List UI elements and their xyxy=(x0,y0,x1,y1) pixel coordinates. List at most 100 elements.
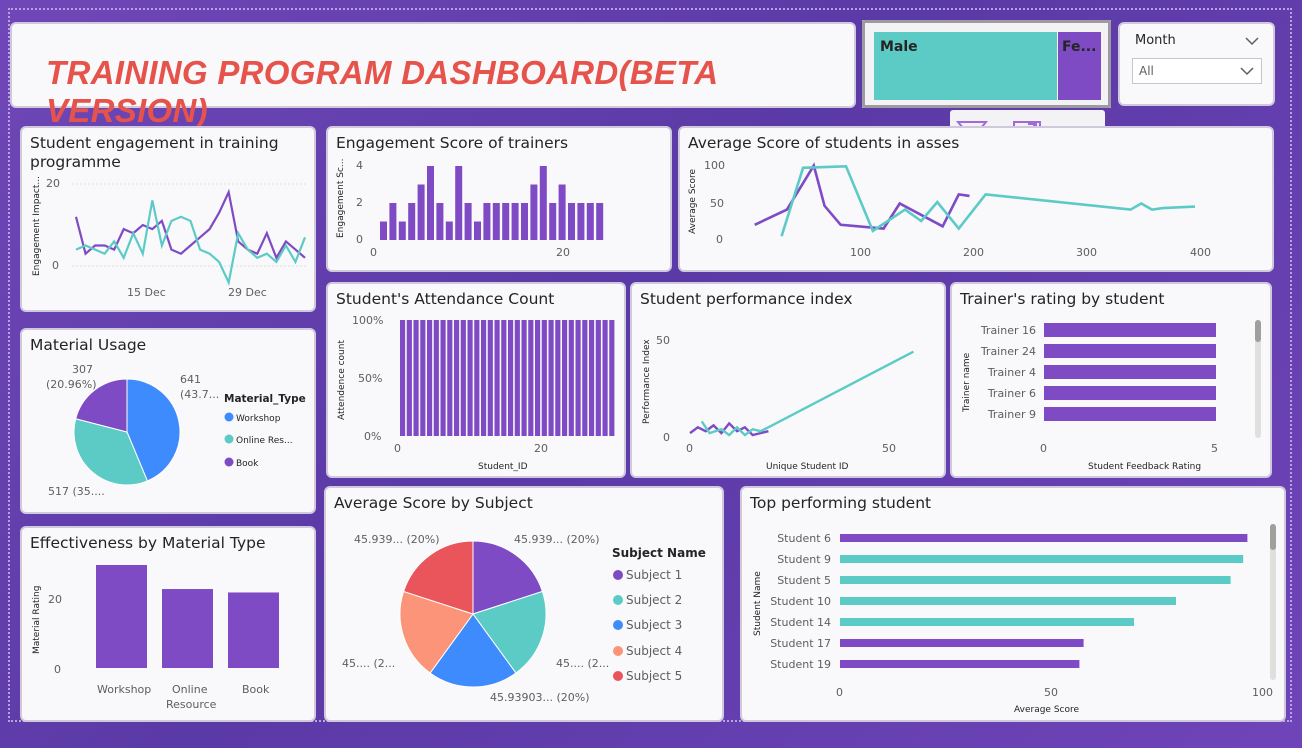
attendance-bar xyxy=(494,320,500,436)
at-xtick-20: 20 xyxy=(534,442,548,455)
attendance-bar xyxy=(420,320,426,436)
trainer-rating-label: Trainer 9 xyxy=(987,408,1036,421)
at-xtick-0: 0 xyxy=(394,442,401,455)
trainer-score-card[interactable]: Engagement Score of trainers Engagement … xyxy=(326,126,672,272)
attendance-bar xyxy=(609,320,615,436)
sb-label-1: 45.939... (20%) xyxy=(514,533,600,546)
pi-xtick-50: 50 xyxy=(882,442,896,455)
tp-x-label: Average Score xyxy=(1014,705,1079,715)
attendance-bar xyxy=(514,320,520,436)
sb-legend-dot-2 xyxy=(613,595,623,605)
sb-legend-dot-4 xyxy=(613,646,623,656)
trainer-rating-card[interactable]: Trainer's rating by student Trainer name… xyxy=(950,282,1272,478)
attendance-bar xyxy=(589,320,595,436)
mu-label-online: 517 (35.... xyxy=(48,485,105,498)
at-x-label: Student_ID xyxy=(478,462,528,472)
trainer-score-bar xyxy=(398,221,406,240)
mu-label-book-pct: (20.96%) xyxy=(46,378,97,391)
attendance-bar xyxy=(541,320,547,436)
engagement-ytick-20: 20 xyxy=(46,177,60,190)
attendance-bar xyxy=(427,320,433,436)
mu-legend-book: Book xyxy=(236,459,259,469)
trainer-rating-bar xyxy=(1044,344,1216,358)
top-student-label: Student 5 xyxy=(777,574,831,587)
attendance-bar xyxy=(406,320,412,436)
attendance-bar xyxy=(508,320,514,436)
gender-male-block[interactable]: Male xyxy=(874,32,1057,100)
perf-index-chart: Performance Index 50 0 0 50 Unique Stude… xyxy=(642,334,914,472)
trainer-score-bar xyxy=(577,203,585,240)
pi-x-label: Unique Student ID xyxy=(766,462,849,472)
trainer-score-bar xyxy=(558,184,566,240)
effectiveness-bar xyxy=(162,589,213,668)
tp-y-label: Student Name xyxy=(753,571,763,636)
gender-visual[interactable]: Male Fe... xyxy=(862,20,1111,108)
trainer-score-bar xyxy=(389,203,397,240)
sb-label-3: 45.93903... (20%) xyxy=(490,691,590,704)
attendance-bar xyxy=(575,320,581,436)
engagement-chart: Engagement Impact... 20 0 15 Dec 29 Dec xyxy=(32,176,307,299)
ts-ytick-0: 0 xyxy=(356,233,363,246)
ts-xtick-20: 20 xyxy=(556,246,570,259)
attendance-bar xyxy=(400,320,406,436)
avg-subject-card[interactable]: Average Score by Subject 45.939... (20%)… xyxy=(324,486,724,722)
sb-label-2: 45.... (2... xyxy=(556,657,609,670)
tr-x-label: Student Feedback Rating xyxy=(1088,462,1201,472)
attendance-bar xyxy=(555,320,561,436)
sb-legend-dot-5 xyxy=(613,671,623,681)
dropdown-chevron xyxy=(1240,67,1254,76)
perf-series-teal xyxy=(700,350,914,437)
material-usage-card[interactable]: Material Usage 307 (20.96%) 641 (43.7...… xyxy=(20,328,316,514)
effectiveness-bar xyxy=(96,565,147,668)
ts-ytick-2: 2 xyxy=(356,196,363,209)
sb-legend-2: Subject 2 xyxy=(626,593,682,607)
top-student-card[interactable]: Top performing student Student Name 0 50… xyxy=(740,486,1286,722)
perf-index-card[interactable]: Student performance index Performance In… xyxy=(630,282,946,478)
as-xtick-200: 200 xyxy=(963,246,984,259)
at-y-label: Attendence count xyxy=(337,340,347,420)
tp-scrollbar-thumb[interactable] xyxy=(1270,524,1276,550)
trainer-score-bar xyxy=(417,184,425,240)
trainer-score-bar xyxy=(530,184,538,240)
top-student-bar xyxy=(840,597,1176,605)
top-student-bar xyxy=(840,576,1231,584)
trainer-rating-label: Trainer 4 xyxy=(987,366,1036,379)
sb-legend-3: Subject 3 xyxy=(626,618,682,632)
trainer-score-bar xyxy=(596,203,604,240)
trainer-score-bar xyxy=(586,203,594,240)
top-student-chart: Student Name 0 50 100 Average Score Stud… xyxy=(753,524,1276,715)
month-dropdown[interactable]: All xyxy=(1132,58,1262,84)
gender-female-block[interactable]: Fe... xyxy=(1058,32,1101,100)
top-student-bar xyxy=(840,534,1248,542)
engagement-card[interactable]: Student engagement in training programme… xyxy=(20,126,316,312)
ef-ytick-20: 20 xyxy=(48,593,62,606)
trainer-score-bar xyxy=(539,166,547,240)
tr-xtick-5: 5 xyxy=(1211,442,1218,455)
tr-xtick-0: 0 xyxy=(1040,442,1047,455)
month-slicer[interactable]: Month All xyxy=(1118,22,1275,106)
engagement-xtick-15dec: 15 Dec xyxy=(127,286,166,299)
mu-legend-title: Material_Type xyxy=(224,393,306,405)
at-ytick-0: 0% xyxy=(364,430,381,443)
trainer-rating-chart: Trainer name 0 5 Student Feedback Rating… xyxy=(962,320,1261,472)
tr-y-label: Trainer name xyxy=(962,352,972,413)
mu-legend-dot-online xyxy=(224,434,234,444)
ef-xlabel-resource: Resource xyxy=(166,698,217,711)
mu-legend-dot-book xyxy=(224,457,234,467)
attendance-bar xyxy=(474,320,480,436)
pi-y-label: Performance Index xyxy=(642,339,652,424)
effectiveness-card[interactable]: Effectiveness by Material Type Material … xyxy=(20,526,316,722)
top-student-bar xyxy=(840,555,1244,563)
effectiveness-bar xyxy=(228,592,279,668)
ts-xtick-0: 0 xyxy=(370,246,377,259)
attendance-card[interactable]: Student's Attendance Count Attendence co… xyxy=(326,282,626,478)
as-xtick-300: 300 xyxy=(1076,246,1097,259)
avg-score-assessment-chart: Average Score 100 50 0 100 200 300 400 xyxy=(688,159,1211,259)
top-student-label: Student 10 xyxy=(770,595,831,608)
ts-ytick-4: 4 xyxy=(356,159,363,172)
tr-scrollbar-thumb[interactable] xyxy=(1255,320,1261,342)
avg-score-assessment-card[interactable]: Average Score of students in asses Avera… xyxy=(678,126,1274,272)
ef-xlabel-book: Book xyxy=(242,683,270,696)
attendance-bar xyxy=(562,320,568,436)
sb-legend-1: Subject 1 xyxy=(626,568,682,582)
